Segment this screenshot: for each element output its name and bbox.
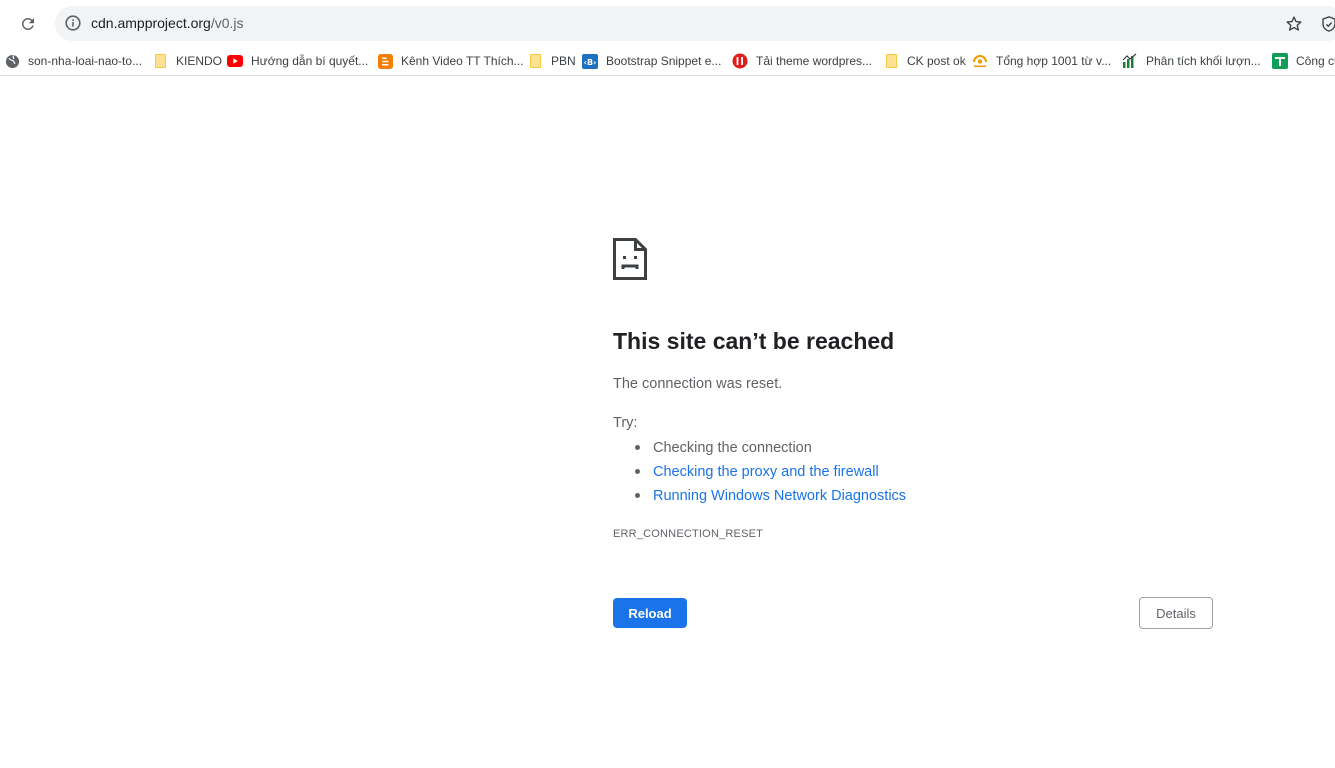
star-icon[interactable] [1283, 13, 1305, 35]
reload-icon[interactable] [14, 10, 42, 38]
shield-icon[interactable] [1318, 13, 1335, 35]
suggestion-link-diagnostics[interactable]: Running Windows Network Diagnostics [613, 485, 906, 509]
bookmark-label: KIENDO [176, 54, 223, 68]
red-circle-icon [732, 53, 748, 69]
suggestion-item: Checking the connection [613, 437, 906, 461]
bookmark-item[interactable]: Hướng dẫn bí quyết... [227, 51, 368, 71]
bookmark-item[interactable]: son-nha-loai-nao-to... [4, 51, 142, 71]
reload-button[interactable]: Reload [613, 598, 687, 628]
suggestion-text[interactable]: Running Windows Network Diagnostics [653, 488, 906, 504]
suggestions-list: Checking the connection Checking the pro… [613, 437, 906, 509]
try-label: Try: [613, 415, 638, 431]
url-host: cdn.ampproject.org [91, 15, 211, 31]
bookmark-label: Bootstrap Snippet e... [606, 54, 722, 68]
svg-text:‹B›: ‹B› [584, 57, 597, 66]
chart-logo-icon [1122, 53, 1138, 69]
folder-icon [152, 53, 168, 69]
bookmark-label: Kênh Video TT Thích... [401, 54, 524, 68]
bookmark-label: Phân tích khối lượn... [1146, 54, 1261, 68]
bookmark-item[interactable]: Kênh Video TT Thích... [377, 51, 524, 71]
orange-logo-icon [972, 53, 988, 69]
bookmark-folder[interactable]: CK post ok [883, 51, 966, 71]
bookmark-folder[interactable]: PBN [527, 51, 576, 71]
bookmark-item[interactable]: Phân tích khối lượn... [1122, 51, 1261, 71]
bookmark-item[interactable]: ‹B› Bootstrap Snippet e... [582, 51, 721, 71]
error-title: This site can’t be reached [613, 328, 895, 354]
address-bar[interactable]: cdn.ampproject.org/v0.js [55, 6, 1335, 41]
bookmark-item[interactable]: Công cụ [1272, 51, 1335, 71]
error-code: ERR_CONNECTION_RESET [613, 528, 764, 540]
bookmark-label: son-nha-loai-nao-to... [28, 54, 143, 68]
bookmark-label: Tải theme wordpres... [756, 54, 873, 68]
suggestion-text: Checking the connection [653, 440, 812, 456]
details-button[interactable]: Details [1139, 597, 1213, 629]
suggestion-text[interactable]: Checking the proxy and the firewall [653, 464, 879, 480]
bookmark-label: CK post ok [907, 54, 966, 68]
bookmark-item[interactable]: Tải theme wordpres... [732, 51, 872, 71]
bookmark-item[interactable]: Tổng hợp 1001 từ v... [972, 51, 1111, 71]
bookmark-label: PBN [551, 54, 576, 68]
bookmark-label: Tổng hợp 1001 từ v... [996, 54, 1112, 68]
info-icon[interactable] [64, 14, 82, 32]
url-path: /v0.js [210, 15, 244, 31]
folder-icon [527, 53, 543, 69]
bookmark-label: Công cụ [1296, 54, 1335, 68]
green-sheet-icon [1272, 53, 1288, 69]
bookmarks-bar: son-nha-loai-nao-to... KIENDO Hướng dẫn … [0, 47, 1335, 76]
bookmark-folder[interactable]: KIENDO [152, 51, 222, 71]
bookmark-label: Hướng dẫn bí quyết... [251, 54, 369, 68]
sad-page-icon [613, 238, 647, 285]
youtube-icon [227, 53, 243, 69]
folder-icon [883, 53, 899, 69]
blogger-icon [377, 53, 393, 69]
suggestion-link-proxy[interactable]: Checking the proxy and the firewall [613, 461, 906, 485]
error-message: The connection was reset. [613, 376, 783, 392]
url-text[interactable]: cdn.ampproject.org/v0.js [91, 15, 244, 31]
globe-icon [4, 53, 20, 69]
bootstrap-icon: ‹B› [582, 53, 598, 69]
browser-toolbar: cdn.ampproject.org/v0.js [0, 0, 1335, 46]
